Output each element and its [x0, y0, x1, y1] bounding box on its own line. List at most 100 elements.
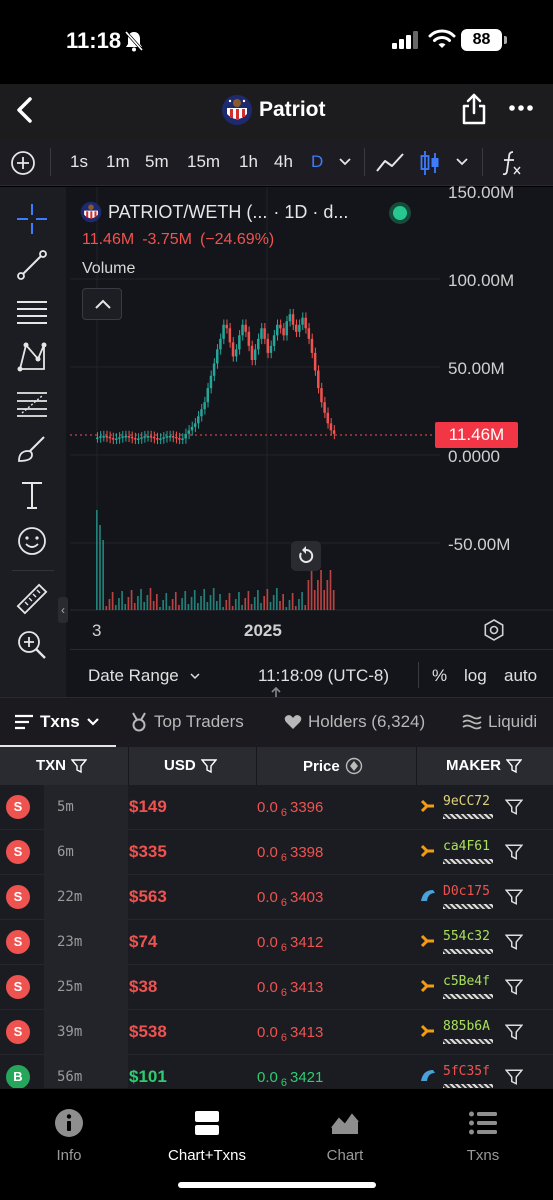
- candle-body: [190, 426, 194, 431]
- date-range-selector[interactable]: Date Range: [88, 666, 201, 686]
- chart-area[interactable]: ‹ PATRIOT/WETH (... · 1D · d... 11.46M -…: [0, 183, 553, 697]
- candle-body: [263, 328, 266, 339]
- candle-body: [320, 388, 323, 403]
- table-row[interactable]: S 22m $563 0.0 6 3403 D0c175: [0, 875, 553, 920]
- candle-body: [156, 438, 159, 440]
- candlestick-chart[interactable]: [70, 187, 553, 649]
- change-percent: (−24.69%): [199, 231, 275, 248]
- auto-scale-toggle[interactable]: auto: [504, 666, 537, 686]
- y-axis-label: 150.00M: [448, 183, 515, 202]
- zoom-in-icon[interactable]: [14, 627, 50, 663]
- chart-settings-icon[interactable]: [483, 619, 505, 641]
- info-icon: [55, 1109, 83, 1137]
- column-usd[interactable]: USD: [164, 757, 217, 774]
- table-row[interactable]: S 5m $149 0.0 6 3396 9eCC72: [0, 785, 553, 830]
- candle-body: [197, 416, 200, 424]
- timeframe-15m[interactable]: 15m: [187, 152, 220, 172]
- candlestick-chart-type-icon[interactable]: [419, 149, 441, 177]
- nav-info[interactable]: Info: [14, 1107, 124, 1164]
- column-txn[interactable]: TXN: [36, 757, 87, 774]
- maker-address[interactable]: ca4F61: [443, 839, 490, 854]
- log-scale-toggle[interactable]: log: [464, 666, 487, 686]
- candle-body: [238, 335, 241, 350]
- timeframe-5m[interactable]: 5m: [145, 152, 169, 172]
- nav-chart-txns[interactable]: Chart+Txns: [152, 1107, 262, 1164]
- maker-avatar-icon: [420, 799, 434, 813]
- filter-icon[interactable]: [505, 978, 523, 996]
- timeframe-4h[interactable]: 4h: [274, 152, 293, 172]
- filter-icon[interactable]: [505, 1023, 523, 1041]
- maker-address[interactable]: D0c175: [443, 884, 490, 899]
- pair-name: PATRIOT/WETH (...: [108, 201, 268, 222]
- tab-top-traders[interactable]: Top Traders: [130, 712, 244, 732]
- filter-icon[interactable]: [506, 758, 522, 774]
- chart-legend[interactable]: PATRIOT/WETH (... · 1D · d...: [80, 201, 348, 223]
- ruler-icon[interactable]: [14, 581, 50, 617]
- chart-type-dropdown-chevron-icon[interactable]: [456, 157, 468, 167]
- maker-address[interactable]: 9eCC72: [443, 794, 490, 809]
- txn-price: 0.0 6 3412: [257, 934, 324, 954]
- tab-liquidity[interactable]: Liquidi: [462, 712, 537, 732]
- timeframe-d[interactable]: D: [311, 152, 323, 172]
- back-chevron-icon[interactable]: [8, 92, 44, 128]
- candle-body: [178, 438, 181, 440]
- brush-tool-icon[interactable]: [14, 431, 50, 467]
- volume-bar: [171, 599, 174, 610]
- text-tool-icon[interactable]: [14, 477, 50, 513]
- timeframe-1s[interactable]: 1s: [70, 152, 88, 172]
- filter-icon[interactable]: [505, 843, 523, 861]
- candle-body: [209, 375, 213, 389]
- share-icon[interactable]: [460, 92, 488, 126]
- txn-usd: $335: [129, 842, 167, 861]
- table-row[interactable]: S 25m $38 0.0 6 3413 c5Be4f: [0, 965, 553, 1010]
- timeframe-1h[interactable]: 1h: [239, 152, 258, 172]
- filter-icon[interactable]: [505, 888, 523, 906]
- horizontal-lines-icon[interactable]: [14, 293, 50, 329]
- table-row[interactable]: S 39m $538 0.0 6 3413 885b6A: [0, 1010, 553, 1055]
- pattern-tool-icon[interactable]: [14, 339, 50, 375]
- line-chart-type-icon[interactable]: [375, 151, 405, 175]
- filter-icon[interactable]: [505, 798, 523, 816]
- tab-txns[interactable]: Txns: [14, 712, 100, 732]
- reset-chart-button[interactable]: [291, 541, 321, 571]
- table-row[interactable]: S 23m $74 0.0 6 3412 554c32: [0, 920, 553, 965]
- candle-body: [193, 423, 197, 427]
- column-price[interactable]: Price: [303, 757, 363, 775]
- percent-scale-toggle[interactable]: %: [432, 666, 447, 686]
- candle-body: [317, 370, 320, 389]
- nav-chart[interactable]: Chart: [290, 1107, 400, 1164]
- trend-line-icon[interactable]: [14, 247, 50, 283]
- volume-bar: [231, 606, 234, 610]
- emoji-tool-icon[interactable]: [14, 523, 50, 559]
- tab-holders[interactable]: Holders (6,324): [284, 712, 425, 732]
- toolbar-collapse-handle[interactable]: ‹: [58, 597, 68, 623]
- filter-icon[interactable]: [71, 758, 87, 774]
- candle-body: [137, 438, 140, 440]
- maker-address[interactable]: 5fC35f: [443, 1064, 490, 1079]
- fibonacci-tool-icon[interactable]: [14, 385, 50, 421]
- candle-body: [174, 436, 178, 439]
- maker-address[interactable]: 554c32: [443, 929, 490, 944]
- indicator-function-icon[interactable]: [500, 149, 522, 177]
- filter-icon[interactable]: [200, 758, 217, 774]
- more-options-icon[interactable]: [508, 98, 534, 118]
- candle-body: [99, 436, 102, 438]
- timeframe-1m[interactable]: 1m: [106, 152, 130, 172]
- timeframe-dropdown-chevron-icon[interactable]: [339, 157, 351, 167]
- column-maker[interactable]: MAKER: [446, 757, 522, 774]
- filter-icon[interactable]: [505, 1068, 523, 1086]
- maker-activity-bar: [443, 994, 493, 999]
- maker-address[interactable]: c5Be4f: [443, 974, 490, 989]
- legend-collapse-button[interactable]: [82, 288, 122, 320]
- candle-body: [181, 438, 184, 440]
- drawing-toolbar: [0, 187, 66, 697]
- table-row[interactable]: S 6m $335 0.0 6 3398 ca4F61: [0, 830, 553, 875]
- add-indicator-icon[interactable]: [10, 150, 36, 176]
- chart-clock[interactable]: 11:18:09 (UTC-8): [258, 666, 389, 686]
- price-toggle-icon[interactable]: [345, 757, 363, 775]
- crosshair-icon[interactable]: [14, 201, 50, 237]
- maker-address[interactable]: 885b6A: [443, 1019, 490, 1034]
- volume-bar: [209, 595, 212, 610]
- filter-icon[interactable]: [505, 933, 523, 951]
- nav-txns[interactable]: Txns: [428, 1107, 538, 1164]
